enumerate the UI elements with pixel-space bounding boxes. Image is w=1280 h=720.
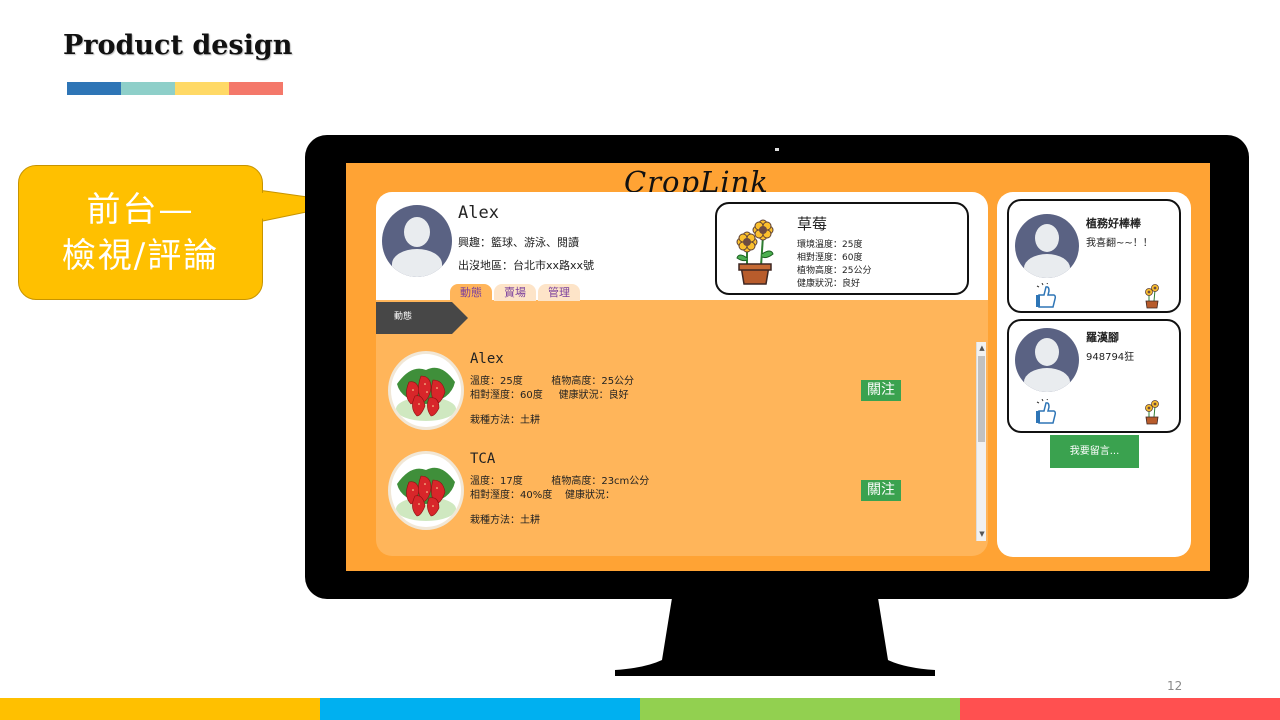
bottom-bar-green [640,698,960,720]
tab-bar: 動態 賣場 管理 [450,284,580,301]
comments-panel: 植務好棒棒 我喜翻~~！！ 羅漢腳 948794狂 我要留言... [997,192,1191,557]
flower-pot-icon [1145,284,1159,309]
profile-interests: 興趣：籃球、游泳、閱讀 [458,236,579,249]
scroll-down-arrow[interactable]: ▼ [978,530,986,538]
strawberry-image [396,467,456,521]
post-stats-1: 溫度：17度 植物高度：23cm公分 [470,476,650,487]
avatar-head [404,217,430,247]
profile-name: Alex [458,203,499,223]
thumbs-up-icon[interactable] [1035,283,1057,309]
tab-activity[interactable]: 動態 [450,284,492,301]
strawberry-image [396,367,456,421]
plant-info-card[interactable]: 草莓 環境溫度：25度 相對溼度：60度 植物高度：25公分 健康狀況：良好 [715,202,969,295]
strawberry-photo [388,351,464,430]
post-method: 栽種方法：土耕 [470,415,540,426]
comment-card: 植務好棒棒 我喜翻~~！！ [1007,199,1181,313]
bottom-color-bar [0,698,1280,720]
page-number: 12 [1167,679,1183,693]
scroll-up-arrow[interactable]: ▲ [978,344,986,352]
commenter-avatar[interactable] [1015,214,1079,278]
plant-health: 健康狀況：良好 [797,279,861,289]
scroll-thumb[interactable] [978,356,985,442]
follow-button[interactable]: 關注 [861,380,901,401]
main-panel: Alex 興趣：籃球、游泳、閱讀 出沒地區：台北市xx路xx號 動態 賣場 管理 [376,192,988,556]
post-author[interactable]: Alex [470,351,504,367]
post-stats-2: 相對溼度：40%度 健康狀況： [470,490,615,501]
feed-section-label: 動態 [394,312,413,322]
follow-button[interactable]: 關注 [861,480,901,501]
feed-scrollbar[interactable]: ▲ ▼ [976,342,986,541]
profile-avatar[interactable] [382,205,452,277]
profile-area: 出沒地區：台北市xx路xx號 [458,259,595,272]
flower-pot-icon [736,219,774,285]
profile-header: Alex 興趣：籃球、游泳、閱讀 出沒地區：台北市xx路xx號 動態 賣場 管理 [376,192,988,301]
thumbs-up-icon[interactable] [1035,399,1057,425]
tab-market[interactable]: 賣場 [494,284,536,301]
leave-comment-button[interactable]: 我要留言... [1050,435,1139,468]
avatar-head [1035,224,1059,252]
strawberry-photo [388,451,464,530]
avatar-body [1024,254,1070,278]
flower-pot-icon [1145,400,1159,425]
commenter-name: 羅漢腳 [1086,331,1119,344]
app-screen: CropLink Alex 興趣：籃球、游泳、閱讀 出沒地區：台北市xx路xx號… [346,163,1210,571]
plant-temperature: 環境溫度：25度 [797,240,863,250]
bottom-bar-red [960,698,1280,720]
post-stats-2: 相對溼度：60度 健康狀況：良好 [470,390,629,401]
plant-name: 草莓 [797,215,828,233]
comment-text: 我喜翻~~！！ [1086,238,1153,249]
avatar-head [1035,338,1059,366]
post-method: 栽種方法：土耕 [470,515,540,526]
comment-card: 羅漢腳 948794狂 [1007,319,1181,433]
post-stats-1: 溫度：25度 植物高度：25公分 [470,376,635,387]
avatar-body [1024,368,1070,392]
feed-post: TCA 溫度：17度 植物高度：23cm公分 相對溼度：40%度 健康狀況： 栽… [388,451,948,535]
feed-post: Alex 溫度：25度 植物高度：25公分 相對溼度：60度 健康狀況：良好 栽… [388,351,948,435]
commenter-name: 植務好棒棒 [1086,217,1141,230]
camera-dot [775,148,779,151]
bottom-bar-blue [320,698,640,720]
bottom-bar-yellow [0,698,320,720]
plant-humidity: 相對溼度：60度 [797,253,863,263]
comment-text: 948794狂 [1086,352,1135,363]
avatar-body [392,249,442,277]
tab-manage[interactable]: 管理 [538,284,580,301]
commenter-avatar[interactable] [1015,328,1079,392]
post-author[interactable]: TCA [470,451,495,467]
plant-height: 植物高度：25公分 [797,266,872,276]
